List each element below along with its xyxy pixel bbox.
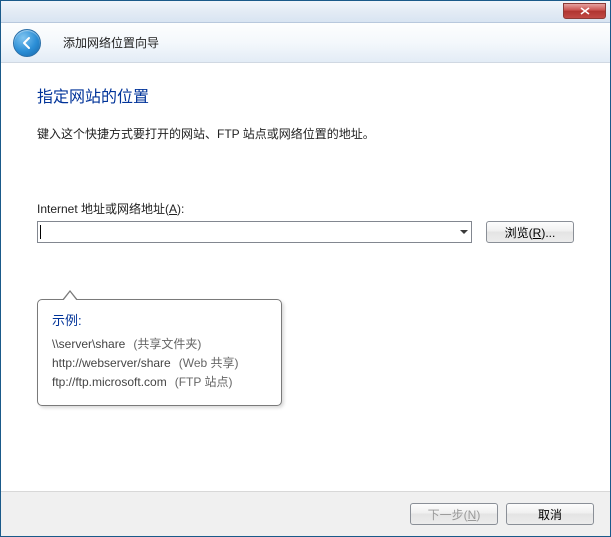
wizard-window: 添加网络位置向导 指定网站的位置 键入这个快捷方式要打开的网站、FTP 站点或网… <box>0 0 611 537</box>
header: 添加网络位置向导 <box>1 23 610 63</box>
address-input[interactable] <box>41 222 457 242</box>
instruction-text: 键入这个快捷方式要打开的网站、FTP 站点或网络位置的地址。 <box>37 125 574 142</box>
titlebar <box>1 1 610 23</box>
examples-tooltip: 示例: \\server\share(共享文件夹) http://webserv… <box>37 299 282 406</box>
back-button[interactable] <box>13 29 41 57</box>
footer: 下一步(N) 取消 <box>1 491 610 536</box>
close-button[interactable] <box>563 3 606 19</box>
next-button[interactable]: 下一步(N) <box>410 503 498 525</box>
browse-button[interactable]: 浏览(R)... <box>486 221 574 243</box>
input-row: 浏览(R)... <box>37 221 574 243</box>
tooltip-title: 示例: <box>52 310 267 329</box>
example-line: ftp://ftp.microsoft.com(FTP 站点) <box>52 373 267 392</box>
example-line: http://webserver/share(Web 共享) <box>52 354 267 373</box>
close-icon <box>580 7 590 15</box>
dropdown-toggle[interactable] <box>457 222 471 242</box>
arrow-left-icon <box>20 36 34 50</box>
chevron-down-icon <box>460 230 468 235</box>
address-combobox[interactable] <box>37 221 472 243</box>
cancel-button[interactable]: 取消 <box>506 503 594 525</box>
wizard-title: 添加网络位置向导 <box>63 34 159 51</box>
page-heading: 指定网站的位置 <box>37 83 574 107</box>
example-line: \\server\share(共享文件夹) <box>52 335 267 354</box>
content-area: 指定网站的位置 键入这个快捷方式要打开的网站、FTP 站点或网络位置的地址。 I… <box>1 63 610 491</box>
address-label: Internet 地址或网络地址(A): <box>37 200 574 217</box>
